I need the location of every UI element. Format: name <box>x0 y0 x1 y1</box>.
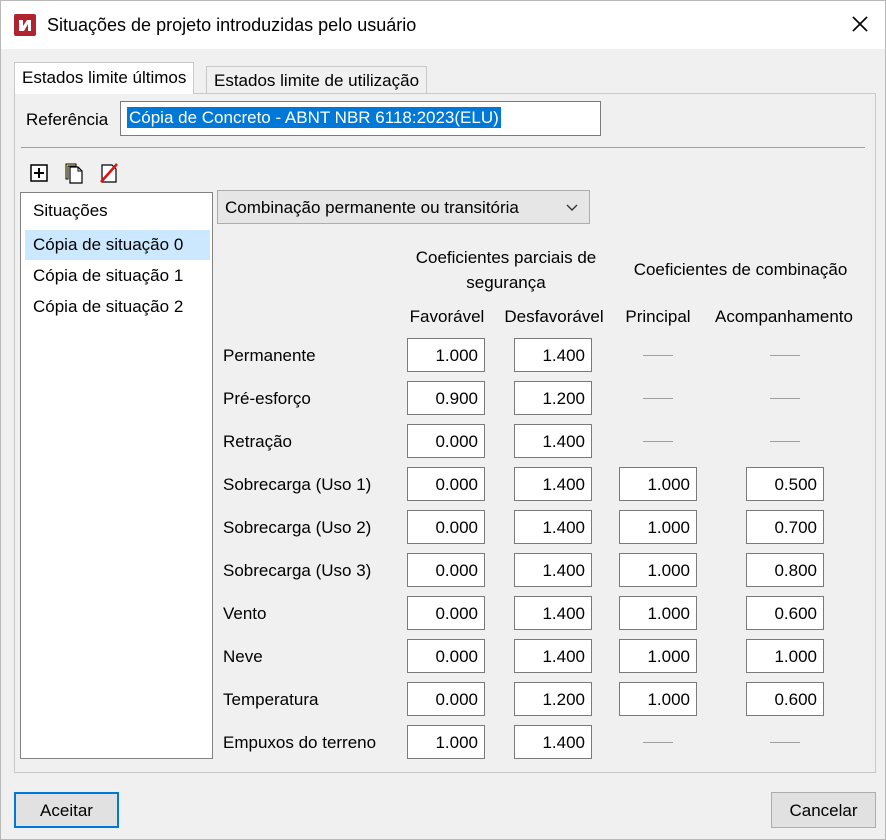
accept-button[interactable]: Aceitar <box>14 792 119 828</box>
favoravel-input-temperatura[interactable]: 0.000 <box>407 682 485 716</box>
tab-estados-limite-utilizacao[interactable]: Estados limite de utilização <box>206 66 428 94</box>
copy-situation-button[interactable] <box>63 162 85 184</box>
combination-dropdown[interactable]: Combinação permanente ou transitória <box>217 190 590 224</box>
favoravel-input-empuxos-do-terreno[interactable]: 1.000 <box>407 725 485 759</box>
row-label-neve: Neve <box>223 647 263 666</box>
row-label-sobrecarga-uso-1: Sobrecarga (Uso 1) <box>223 475 372 494</box>
desfavoravel-input-vento[interactable]: 1.400 <box>514 596 592 630</box>
principal-empty-empuxos-do-terreno <box>643 742 673 743</box>
principal-empty-pre-esforco <box>643 398 673 399</box>
partial-coefficients-header-line2: segurança <box>466 273 546 292</box>
close-button[interactable] <box>847 11 873 37</box>
favoravel-input-pre-esforco[interactable]: 0.900 <box>407 381 485 415</box>
chevron-down-icon <box>566 204 578 211</box>
column-header-desfavoravel: Desfavorável <box>504 307 604 326</box>
acompanhamento-input-sobrecarga-uso-3[interactable]: 0.800 <box>746 553 824 587</box>
acompanhamento-input-sobrecarga-uso-1[interactable]: 0.500 <box>746 467 824 501</box>
cancel-button[interactable]: Cancelar <box>771 792 876 828</box>
reference-value: Cópia de Concreto - ABNT NBR 6118:2023(E… <box>127 107 501 128</box>
add-situation-button[interactable] <box>28 162 50 184</box>
principal-empty-retracao <box>643 441 673 442</box>
favoravel-input-permanente[interactable]: 1.000 <box>407 338 485 372</box>
combination-selected: Combinação permanente ou transitória <box>225 198 519 217</box>
principal-input-temperatura[interactable]: 1.000 <box>619 682 697 716</box>
row-label-retracao: Retração <box>223 432 292 451</box>
reference-label: Referência <box>26 110 109 129</box>
desfavoravel-input-sobrecarga-uso-3[interactable]: 1.400 <box>514 553 592 587</box>
combination-coefficients-header: Coeficientes de combinação <box>633 260 848 279</box>
desfavoravel-input-sobrecarga-uso-1[interactable]: 1.400 <box>514 467 592 501</box>
principal-input-sobrecarga-uso-1[interactable]: 1.000 <box>619 467 697 501</box>
desfavoravel-input-neve[interactable]: 1.400 <box>514 639 592 673</box>
principal-input-sobrecarga-uso-3[interactable]: 1.000 <box>619 553 697 587</box>
principal-input-sobrecarga-uso-2[interactable]: 1.000 <box>619 510 697 544</box>
desfavoravel-input-retracao[interactable]: 1.400 <box>514 424 592 458</box>
favoravel-input-sobrecarga-uso-1[interactable]: 0.000 <box>407 467 485 501</box>
desfavoravel-input-empuxos-do-terreno[interactable]: 1.400 <box>514 725 592 759</box>
favoravel-input-neve[interactable]: 0.000 <box>407 639 485 673</box>
separator <box>21 147 865 148</box>
desfavoravel-input-pre-esforco[interactable]: 1.200 <box>514 381 592 415</box>
row-label-empuxos-do-terreno: Empuxos do terreno <box>223 733 377 752</box>
row-label-sobrecarga-uso-2: Sobrecarga (Uso 2) <box>223 518 372 537</box>
row-label-vento: Vento <box>223 604 267 623</box>
acompanhamento-empty-empuxos-do-terreno <box>770 742 800 743</box>
tab-estados-limite-ultimos[interactable]: Estados limite últimos <box>14 62 195 94</box>
row-label-temperatura: Temperatura <box>223 690 319 709</box>
column-header-principal: Principal <box>625 307 691 326</box>
favoravel-input-sobrecarga-uso-3[interactable]: 0.000 <box>407 553 485 587</box>
favoravel-input-sobrecarga-uso-2[interactable]: 0.000 <box>407 510 485 544</box>
favoravel-input-vento[interactable]: 0.000 <box>407 596 485 630</box>
principal-empty-permanente <box>643 355 673 356</box>
principal-input-vento[interactable]: 1.000 <box>619 596 697 630</box>
partial-coefficients-header-line1: Coeficientes parciais de <box>415 248 597 267</box>
column-header-acompanhamento: Acompanhamento <box>715 307 853 326</box>
desfavoravel-input-sobrecarga-uso-2[interactable]: 1.400 <box>514 510 592 544</box>
list-item-situacao-1[interactable]: Cópia de situação 1 <box>25 261 210 291</box>
acompanhamento-input-temperatura[interactable]: 0.600 <box>746 682 824 716</box>
acompanhamento-empty-retracao <box>770 441 800 442</box>
acompanhamento-empty-pre-esforco <box>770 398 800 399</box>
list-item-situacao-0[interactable]: Cópia de situação 0 <box>25 230 210 260</box>
desfavoravel-input-temperatura[interactable]: 1.200 <box>514 682 592 716</box>
desfavoravel-input-permanente[interactable]: 1.400 <box>514 338 592 372</box>
delete-situation-button[interactable] <box>98 162 120 184</box>
window-title: Situações de projeto introduzidas pelo u… <box>47 15 417 35</box>
favoravel-input-retracao[interactable]: 0.000 <box>407 424 485 458</box>
title-bar: Situações de projeto introduzidas pelo u… <box>1 1 885 49</box>
principal-input-neve[interactable]: 1.000 <box>619 639 697 673</box>
situations-list-header: Situações <box>33 201 108 220</box>
row-label-pre-esforco: Pré-esforço <box>223 389 311 408</box>
reference-input[interactable]: Cópia de Concreto - ABNT NBR 6118:2023(E… <box>120 101 601 136</box>
row-label-sobrecarga-uso-3: Sobrecarga (Uso 3) <box>223 561 372 580</box>
add-icon <box>30 164 48 182</box>
acompanhamento-empty-permanente <box>770 355 800 356</box>
close-icon <box>852 16 868 32</box>
acompanhamento-input-neve[interactable]: 1.000 <box>746 639 824 673</box>
acompanhamento-input-vento[interactable]: 0.600 <box>746 596 824 630</box>
delete-icon <box>100 163 118 183</box>
acompanhamento-input-sobrecarga-uso-2[interactable]: 0.700 <box>746 510 824 544</box>
row-label-permanente: Permanente <box>223 346 316 365</box>
list-item-situacao-2[interactable]: Cópia de situação 2 <box>25 292 210 322</box>
dialog-window: Situações de projeto introduzidas pelo u… <box>0 0 886 840</box>
column-header-favoravel: Favorável <box>409 307 485 326</box>
copy-icon <box>65 163 83 184</box>
app-logo-icon <box>14 14 36 36</box>
